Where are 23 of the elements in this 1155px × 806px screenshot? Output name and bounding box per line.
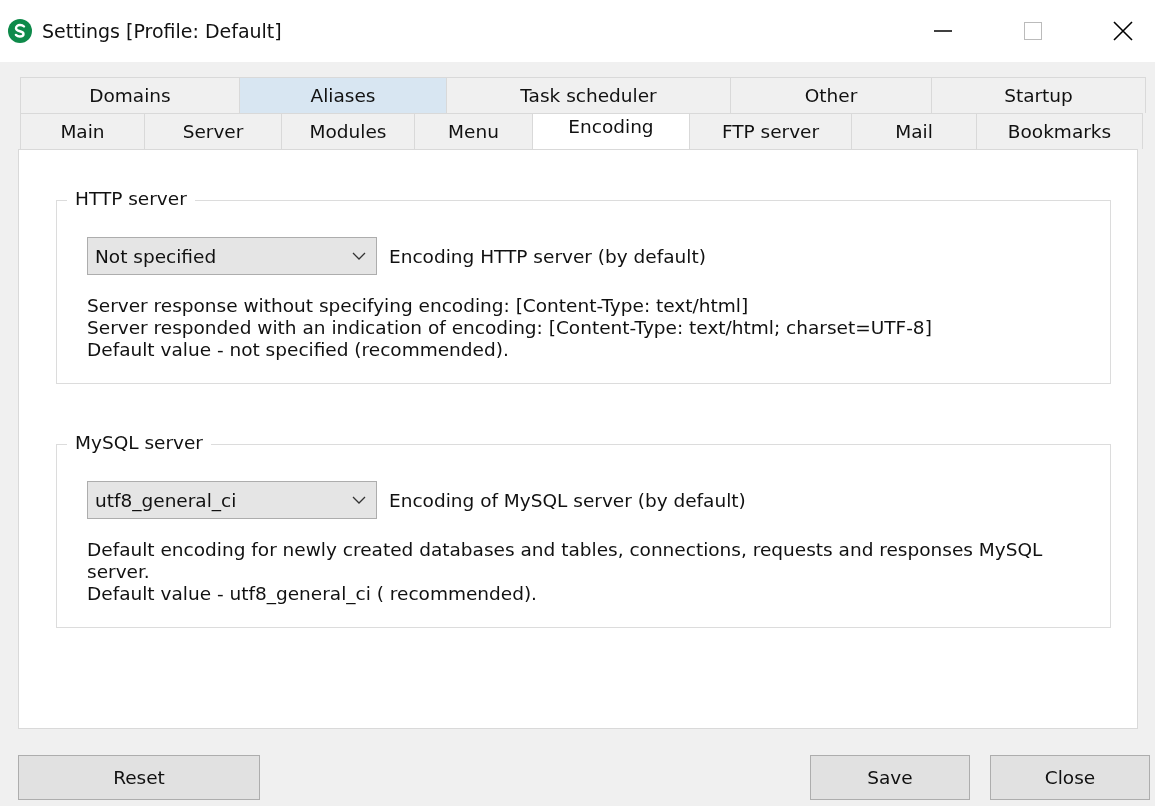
tab[interactable]: Encoding [532, 113, 690, 149]
description-text: Default value - utf8_general_ci ( recommended). [87, 583, 538, 605]
tab[interactable]: Startup [931, 77, 1146, 113]
window-title: Settings [Profile: Default] [42, 20, 282, 42]
close-button[interactable]: Close [990, 755, 1150, 800]
reset-button[interactable]: Reset [18, 755, 260, 800]
description-text: Default value - not specified (recommended). [87, 339, 510, 361]
tab[interactable]: Bookmarks [976, 113, 1143, 149]
app-logo-icon [8, 19, 32, 43]
tab[interactable]: Domains [20, 77, 240, 113]
description-text: Server response without specifying encoding: [Content-Type: text/html] [87, 295, 750, 317]
dropdown-label: Encoding HTTP server (by default) [389, 245, 706, 267]
save-button[interactable]: Save [810, 755, 970, 800]
chevron-icon [352, 496, 366, 504]
tab[interactable]: Main [20, 113, 145, 149]
close-icon[interactable] [1113, 21, 1133, 41]
description-text: Server responded with an indication of encoding: [Content-Type: text/html; charset=UTF-8] [87, 317, 933, 339]
tab[interactable]: Aliases [239, 77, 447, 113]
dropdown[interactable]: utf8_general_ci [87, 481, 377, 519]
description-text: Default encoding for newly created databases and tables, connections, requests and responses MySQL server. [87, 539, 1044, 583]
dropdown-label: Encoding of MySQL server (by default) [389, 489, 746, 511]
dropdown[interactable]: Not specified [87, 237, 377, 275]
chevron-icon [352, 252, 366, 260]
